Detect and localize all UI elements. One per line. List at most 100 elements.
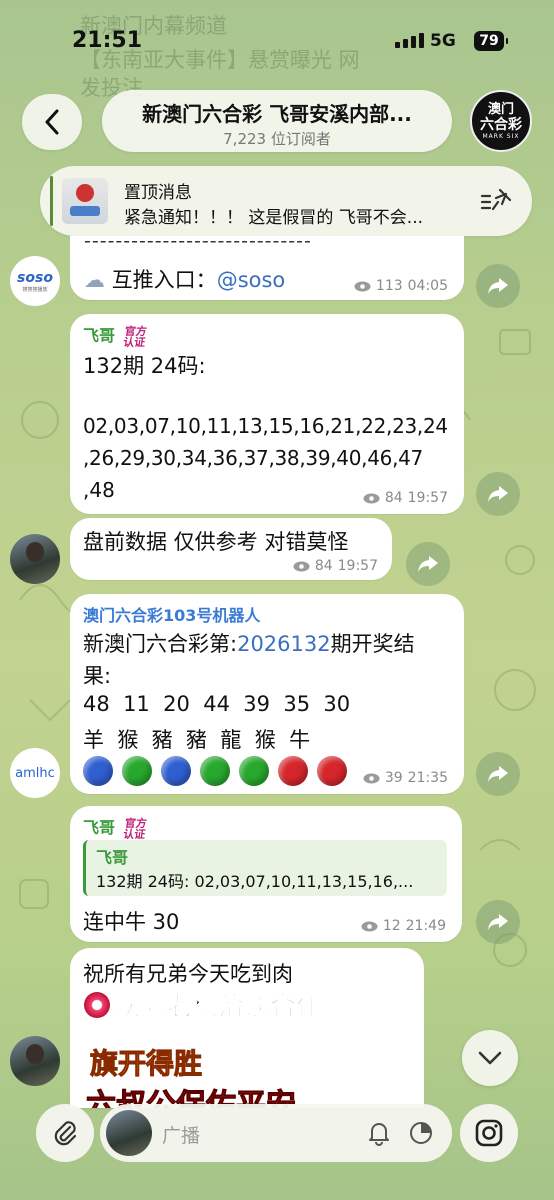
message-time: 21:35: [407, 770, 448, 786]
message-time: 21:49: [405, 918, 446, 934]
message-time: 04:05: [407, 278, 448, 294]
number-list-line: ,48: [83, 478, 115, 502]
lottery-ball: [239, 756, 269, 786]
message-text-prefix: 互推入口：: [111, 268, 217, 292]
forward-button[interactable]: [476, 752, 520, 796]
share-arrow-icon: [488, 766, 508, 782]
input-placeholder: 广播: [162, 1125, 201, 1147]
paperclip-icon: [54, 1121, 77, 1146]
promo-banner: 欢迎老板洽谈合作: [84, 986, 323, 1023]
message-text: 祝所有兄弟今天吃到肉: [83, 962, 293, 986]
broadcast-input[interactable]: 广播: [100, 1104, 452, 1162]
promo-banner-text: 欢迎老板洽谈合作: [113, 992, 323, 1023]
sender-name[interactable]: 飞哥: [83, 818, 115, 837]
message-bubble[interactable]: 盘前数据 仅供参考 对错莫怪 84 19:57: [70, 518, 392, 580]
message-bubble[interactable]: 澳门六合彩103号机器人 新澳门六合彩第:2026132期开奖结 果: 48 1…: [70, 594, 464, 794]
verified-badge: 官方认证: [122, 816, 148, 841]
message-meta: 84 19:57: [363, 490, 448, 506]
verified-badge: 官方认证: [122, 324, 148, 349]
chevron-down-icon: [478, 1051, 502, 1065]
message-meta: 84 19:57: [293, 558, 378, 574]
view-count: 113: [375, 278, 403, 294]
avatar-text: soso: [17, 269, 53, 286]
share-arrow-icon: [488, 914, 508, 930]
message-text: 盘前数据 仅供参考 对错莫怪: [83, 530, 349, 554]
lottery-ball: [317, 756, 347, 786]
view-count: 39: [384, 770, 403, 786]
forward-button[interactable]: [406, 542, 450, 586]
battery-icon: 79: [474, 31, 508, 51]
alarm-icon: [84, 991, 110, 1018]
message-bubble[interactable]: 飞哥 官方认证 132期 24码: 02,03,07,10,11,13,15,1…: [70, 314, 464, 514]
mention-link[interactable]: @soso: [217, 268, 286, 292]
view-count: 84: [384, 490, 403, 506]
scroll-down-button[interactable]: [462, 1030, 518, 1086]
message-text-line: 果:: [83, 664, 112, 688]
views-icon: [363, 493, 380, 503]
channel-avatar-text: MARK SIX: [482, 132, 520, 140]
message-time: 19:57: [337, 558, 378, 574]
promo-slogan: 旗开得胜: [89, 1047, 203, 1081]
battery-level: 79: [479, 33, 499, 49]
attach-button[interactable]: [36, 1104, 94, 1162]
reply-quote[interactable]: 飞哥 132期 24码: 02,03,07,10,11,13,15,16,...: [83, 840, 447, 896]
views-icon: [293, 561, 310, 571]
pin-list-icon[interactable]: [480, 186, 514, 216]
message-text-segment: 期开奖结: [330, 632, 415, 656]
share-arrow-icon: [418, 556, 438, 572]
message-text-segment: 新澳门六合彩第:: [83, 632, 238, 656]
number-list-line: 02,03,07,10,11,13,15,16,21,22,23,24: [83, 414, 448, 438]
channel-avatar[interactable]: 澳门 六合彩 MARK SIX: [470, 90, 532, 152]
avatar-figure: [26, 542, 44, 562]
quote-sender: 飞哥: [96, 848, 129, 867]
timer-icon[interactable]: [408, 1120, 434, 1146]
pinned-indicator: [50, 176, 53, 226]
lottery-ball: [161, 756, 191, 786]
message-text: ☁ 互推入口：@soso: [84, 264, 285, 294]
avatar[interactable]: soso 搜搜搜播放: [10, 256, 60, 306]
result-numbers: 48 11 20 44 39 35 30: [83, 692, 351, 716]
channel-avatar-text: 六合彩: [480, 116, 522, 133]
message-bubble[interactable]: 祝所有兄弟今天吃到肉 欢迎老板洽谈合作 旗开得胜 六叔公保佑平安: [70, 948, 424, 1108]
avatar[interactable]: amlhc: [10, 748, 60, 798]
pinned-thumbnail: [62, 178, 108, 224]
avatar[interactable]: [10, 1036, 60, 1086]
forward-button[interactable]: [476, 264, 520, 308]
avatar[interactable]: [10, 534, 60, 584]
views-icon: [361, 921, 378, 931]
forward-button[interactable]: [476, 900, 520, 944]
sender-name[interactable]: 澳门六合彩103号机器人: [83, 602, 260, 626]
pinned-text: 紧急通知！！！ 这是假冒的 飞哥不会...: [124, 208, 424, 228]
channel-title-pill[interactable]: 新澳门六合彩 飞哥安溪内部... 7,223 位订阅者: [102, 90, 452, 152]
forward-button[interactable]: [476, 472, 520, 516]
sender-name[interactable]: 飞哥: [83, 326, 115, 345]
network-label: 5G: [430, 31, 456, 51]
sender-row: 飞哥 官方认证: [83, 322, 154, 349]
sender-row: 飞哥 官方认证: [83, 814, 154, 841]
bell-icon[interactable]: [366, 1120, 392, 1146]
view-count: 84: [314, 558, 333, 574]
message-text: 连中牛 30: [83, 910, 180, 934]
avatar-text: 搜搜搜播放: [22, 286, 48, 293]
subscriber-count: 7,223 位订阅者: [223, 130, 331, 148]
message-bubble[interactable]: ----------------------------- ☁ 互推入口：@so…: [70, 230, 464, 300]
camera-icon: [475, 1119, 503, 1147]
share-arrow-icon: [488, 278, 508, 294]
views-icon: [354, 281, 371, 291]
pinned-message-bar[interactable]: 置顶消息 紧急通知！！！ 这是假冒的 飞哥不会...: [40, 166, 532, 236]
channel-title: 新澳门六合彩 飞哥安溪内部...: [142, 102, 412, 126]
pinned-title: 置顶消息: [124, 183, 192, 203]
quote-text: 132期 24码: 02,03,07,10,11,13,15,16,...: [96, 872, 414, 891]
result-balls: [83, 756, 356, 786]
result-zodiacs: 羊 猴 豬 豬 龍 猴 牛: [83, 728, 311, 752]
cloud-icon: ☁: [84, 268, 105, 292]
share-arrow-icon: [488, 486, 508, 502]
instagram-button[interactable]: [460, 1104, 518, 1162]
avatar[interactable]: [106, 1110, 152, 1156]
signal-icon: [395, 33, 424, 48]
number-list-line: ,26,29,30,34,36,37,38,39,40,46,47: [83, 446, 423, 470]
back-button[interactable]: [22, 94, 82, 150]
issue-number-link[interactable]: 2026132: [237, 632, 331, 656]
message-bubble[interactable]: 飞哥 官方认证 飞哥 132期 24码: 02,03,07,10,11,13,1…: [70, 806, 462, 942]
lottery-ball: [200, 756, 230, 786]
